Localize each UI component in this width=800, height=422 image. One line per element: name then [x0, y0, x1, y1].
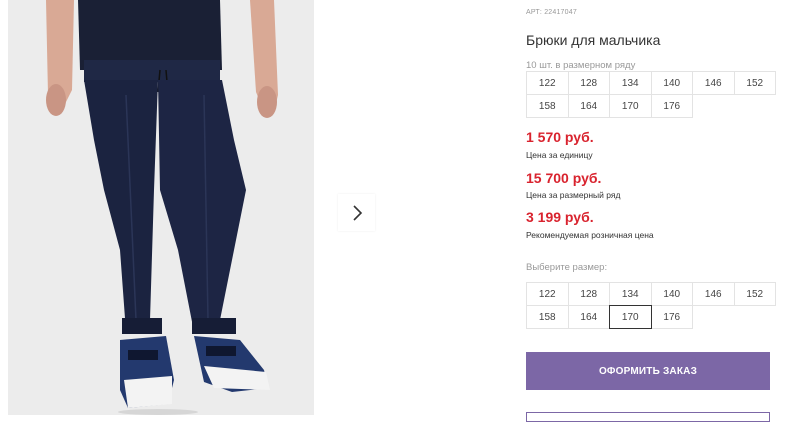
pack-size-cell: 152 [733, 71, 776, 95]
size-option[interactable]: 122 [526, 282, 569, 306]
unit-price: 1 570 руб. [526, 129, 594, 145]
retail-price-label: Рекомендуемая розничная цена [526, 230, 654, 240]
place-order-button[interactable]: ОФОРМИТЬ ЗАКАЗ [526, 352, 770, 390]
pack-sizes-grid: 122 128 134 140 146 152 158 164 170 176 [526, 71, 776, 118]
size-option[interactable]: 152 [733, 282, 776, 306]
secondary-button[interactable] [526, 412, 770, 422]
pack-size-cell: 176 [650, 94, 693, 118]
size-select-caption: Выберите размер: [526, 262, 608, 273]
size-option[interactable]: 176 [650, 305, 693, 329]
pack-size-cell: 158 [526, 94, 569, 118]
row-price-label: Цена за размерный ряд [526, 190, 621, 200]
retail-price: 3 199 руб. [526, 209, 594, 225]
size-option[interactable]: 146 [692, 282, 735, 306]
boy-trousers-image [8, 0, 314, 415]
size-option[interactable]: 164 [567, 305, 610, 329]
size-option[interactable]: 134 [609, 282, 652, 306]
product-gallery [0, 0, 390, 415]
article-number: АРТ: 22417047 [526, 9, 577, 16]
pack-size-cell: 122 [526, 71, 569, 95]
size-option-selected[interactable]: 170 [609, 305, 652, 329]
pack-size-cell: 164 [567, 94, 610, 118]
row-price: 15 700 руб. [526, 170, 602, 186]
pack-size-cell: 170 [609, 94, 652, 118]
product-title: Брюки для мальчика [526, 32, 661, 48]
gallery-next-button[interactable] [338, 194, 375, 231]
pack-size-cell: 146 [692, 71, 735, 95]
size-select-grid: 122 128 134 140 146 152 158 164 170 176 [526, 282, 776, 329]
size-option[interactable]: 140 [650, 282, 693, 306]
size-option[interactable]: 158 [526, 305, 569, 329]
size-option[interactable]: 128 [567, 282, 610, 306]
pack-size-cell: 134 [609, 71, 652, 95]
product-photo [8, 0, 314, 415]
pack-size-cell: 128 [567, 71, 610, 95]
pack-size-cell: 140 [650, 71, 693, 95]
unit-price-label: Цена за единицу [526, 150, 593, 160]
pack-caption: 10 шт. в размерном ряду [526, 60, 636, 71]
chevron-right-icon [352, 204, 362, 221]
